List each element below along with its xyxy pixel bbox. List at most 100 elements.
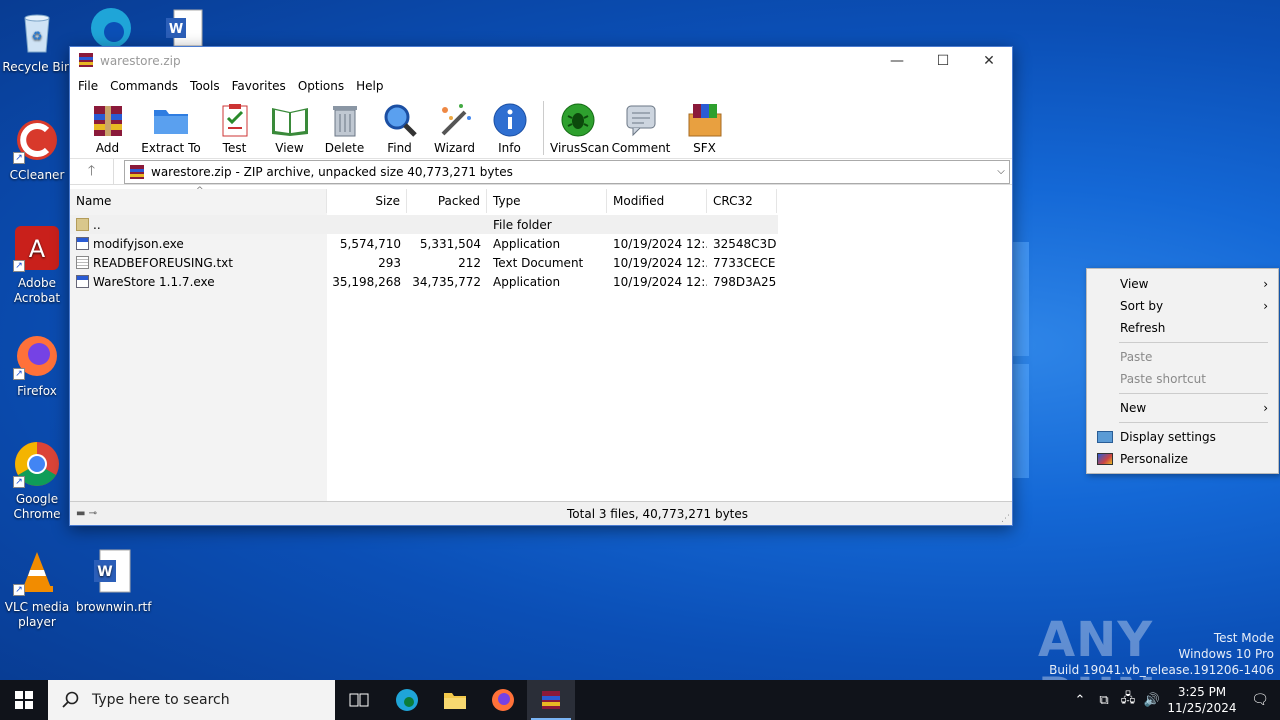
info-button[interactable]: Info	[482, 101, 537, 155]
table-row[interactable]: WareStore 1.1.7.exe 35,198,268 34,735,77…	[70, 272, 778, 291]
menu-file[interactable]: File	[72, 79, 104, 93]
address-bar: 🡑 warestore.zip - ZIP archive, unpacked …	[70, 158, 1012, 185]
start-button[interactable]	[0, 680, 48, 720]
file-name: READBEFOREUSING.txt	[93, 255, 233, 270]
column-header-type[interactable]: Type	[487, 189, 607, 213]
winrar-app-icon	[78, 52, 94, 71]
archive-path-field[interactable]: warestore.zip - ZIP archive, unpacked si…	[124, 159, 1010, 184]
menu-separator	[1119, 422, 1268, 423]
delete-button[interactable]: Delete	[317, 101, 372, 155]
task-view-button[interactable]	[335, 680, 383, 720]
table-row[interactable]: .. File folder	[70, 215, 778, 234]
column-header-packed[interactable]: Packed	[407, 189, 487, 213]
taskbar-search-box[interactable]: Type here to search	[48, 680, 335, 720]
desktop-icon-ccleaner[interactable]: ↗ CCleaner	[1, 116, 73, 183]
file-crc: 798D3A25	[713, 274, 777, 289]
exe-icon	[76, 275, 89, 288]
chevron-up-icon[interactable]: ⌃	[1068, 693, 1092, 708]
menu-tools[interactable]: Tools	[184, 79, 226, 93]
word-desktop-icon[interactable]: W	[164, 8, 204, 47]
context-menu-new[interactable]: New ›	[1087, 397, 1278, 419]
column-header-crc32[interactable]: CRC32	[707, 189, 777, 213]
sfx-button[interactable]: SFX	[677, 101, 732, 155]
desktop-icon-vlc[interactable]: ↗ VLC media player	[1, 548, 73, 630]
add-button[interactable]: Add	[80, 101, 135, 155]
context-menu-display-settings[interactable]: Display settings	[1087, 426, 1278, 448]
table-row[interactable]: READBEFOREUSING.txt 293 212 Text Documen…	[70, 253, 778, 272]
menu-help[interactable]: Help	[350, 79, 389, 93]
menu-item-label: Paste	[1120, 350, 1153, 364]
desktop-icon-label: VLC media player	[4, 600, 70, 629]
taskbar-winrar[interactable]	[527, 680, 575, 720]
title-bar[interactable]: warestore.zip — ☐ ✕	[70, 47, 1012, 75]
taskbar-firefox[interactable]	[479, 680, 527, 720]
context-menu-paste[interactable]: Paste	[1087, 346, 1278, 368]
shortcut-arrow-icon: ↗	[13, 476, 25, 488]
shortcut-arrow-icon: ↗	[13, 368, 25, 380]
device-icon[interactable]: ⧉	[1092, 693, 1116, 708]
task-view-icon	[349, 693, 369, 707]
close-button[interactable]: ✕	[966, 47, 1012, 75]
maximize-button[interactable]: ☐	[920, 47, 966, 75]
desktop-icon-label: Google Chrome	[13, 492, 61, 521]
virusscan-button[interactable]: VirusScan	[550, 101, 610, 155]
chevron-down-icon[interactable]: ⌵	[993, 166, 1009, 177]
test-clipboard-icon	[215, 101, 255, 139]
column-header-modified[interactable]: Modified	[607, 189, 707, 213]
test-button[interactable]: Test	[207, 101, 262, 155]
status-bar: ▬ ⊸ Total 3 files, 40,773,271 bytes ⋰	[70, 501, 1012, 525]
acrobat-icon: A ↗	[13, 224, 61, 272]
desktop-context-menu: View › Sort by › Refresh Paste Paste short…	[1086, 268, 1279, 474]
menu-commands[interactable]: Commands	[104, 79, 184, 93]
context-menu-view[interactable]: View ›	[1087, 273, 1278, 295]
context-menu-paste-shortcut[interactable]: Paste shortcut	[1087, 368, 1278, 390]
exe-icon	[76, 237, 89, 250]
up-arrow-icon[interactable]: 🡑	[70, 158, 114, 185]
chevron-right-icon: ›	[1263, 299, 1268, 313]
wizard-button[interactable]: Wizard	[427, 101, 482, 155]
desktop-icon-recycle-bin[interactable]: ♻ Recycle Bin	[1, 8, 73, 75]
taskbar-file-explorer[interactable]	[431, 680, 479, 720]
volume-icon[interactable]: 🔊	[1140, 693, 1164, 708]
context-menu-personalize[interactable]: Personalize	[1087, 448, 1278, 470]
network-icon[interactable]: 🖧	[1116, 689, 1140, 711]
test-mode-watermark: Test Mode Windows 10 Pro Build 19041.vb_…	[1049, 630, 1274, 678]
file-type: Text Document	[493, 255, 584, 270]
clock[interactable]: 3:25 PM 11/25/2024	[1164, 684, 1240, 716]
virusscan-label: VirusScan	[550, 141, 610, 155]
comment-button[interactable]: Comment	[605, 101, 677, 155]
file-packed: 5,331,504	[419, 236, 481, 251]
view-button[interactable]: View	[262, 101, 317, 155]
table-row[interactable]: modifyjson.exe 5,574,710 5,331,504 Appli…	[70, 234, 778, 253]
watermark-line: Windows 10 Pro	[1178, 647, 1274, 661]
test-label: Test	[222, 141, 247, 155]
extract-to-button[interactable]: Extract To	[135, 101, 207, 155]
file-packed: 212	[458, 255, 481, 270]
context-menu-refresh[interactable]: Refresh	[1087, 317, 1278, 339]
sfx-label: SFX	[693, 141, 716, 155]
file-list: Name Size Packed Type Modified CRC32 ^ .…	[70, 186, 1012, 501]
desktop-icon-brownwin-rtf[interactable]: W brownwin.rtf	[76, 548, 151, 615]
firefox-icon: ↗	[13, 332, 61, 380]
system-tray: ⌃ ⧉ 🖧 🔊 3:25 PM 11/25/2024 🗨	[1068, 680, 1280, 720]
firefox-icon	[492, 689, 514, 711]
column-header-size[interactable]: Size	[327, 189, 407, 213]
desktop-icon-firefox[interactable]: ↗ Firefox	[1, 332, 73, 399]
info-label: Info	[498, 141, 521, 155]
archive-path-text: warestore.zip - ZIP archive, unpacked si…	[151, 164, 513, 179]
taskbar-edge[interactable]	[383, 680, 431, 720]
desktop-icon-google-chrome[interactable]: ↗ Google Chrome	[1, 440, 73, 522]
virus-scan-icon	[558, 101, 598, 139]
resize-grip-icon[interactable]: ⋰	[1001, 514, 1010, 524]
context-menu-sort-by[interactable]: Sort by ›	[1087, 295, 1278, 317]
drive-key-icon[interactable]: ▬ ⊸	[70, 508, 130, 519]
find-label: Find	[387, 141, 412, 155]
file-name: ..	[93, 217, 101, 232]
minimize-button[interactable]: —	[874, 47, 920, 75]
edge-desktop-icon[interactable]	[86, 6, 136, 48]
menu-favorites[interactable]: Favorites	[226, 79, 292, 93]
find-button[interactable]: Find	[372, 101, 427, 155]
menu-options[interactable]: Options	[292, 79, 350, 93]
desktop-icon-adobe-acrobat[interactable]: A ↗ Adobe Acrobat	[1, 224, 73, 306]
notification-icon[interactable]: 🗨	[1240, 692, 1280, 708]
